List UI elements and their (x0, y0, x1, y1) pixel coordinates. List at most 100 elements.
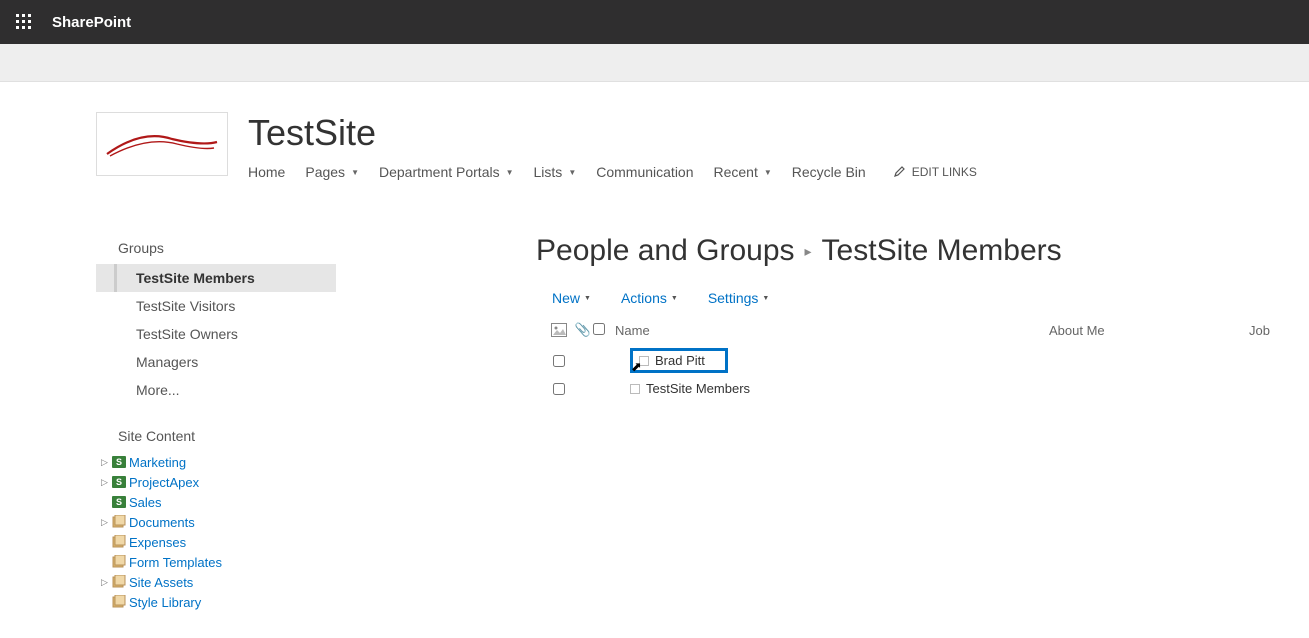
site-icon: S (112, 456, 126, 468)
library-icon (111, 514, 127, 530)
group-testsite-members[interactable]: TestSite Members (96, 264, 336, 292)
row-select-cell (544, 383, 580, 395)
tree-item-documents[interactable]: ▷ Documents (96, 512, 336, 532)
photo-column-header-icon[interactable] (544, 323, 573, 337)
content-area: Groups TestSite Members TestSite Visitor… (0, 204, 1309, 636)
row-checkbox[interactable] (553, 383, 565, 395)
members-table: 📎 Name About Me Job Brad Pitt (536, 316, 1309, 400)
table-row[interactable]: Brad Pitt (536, 344, 1309, 377)
site-icon: S (112, 496, 126, 508)
table-row[interactable]: TestSite Members (536, 377, 1309, 400)
tree-link-projectapex[interactable]: ProjectApex (129, 475, 199, 490)
library-icon (111, 534, 127, 550)
actions-button[interactable]: Actions ▼ (621, 290, 678, 306)
tree-link-sales[interactable]: Sales (129, 495, 162, 510)
list-toolbar: New▼ Actions▼ Settings▼ (536, 286, 1309, 316)
site-logo[interactable] (96, 112, 228, 176)
row-checkbox[interactable] (553, 355, 565, 367)
nav-communication[interactable]: Communication (586, 160, 703, 184)
tree-item-sales[interactable]: SSales (96, 492, 336, 512)
tree-item-marketing[interactable]: ▷SMarketing (96, 452, 336, 472)
edit-links-button[interactable]: EDIT LINKS (894, 165, 977, 180)
nav-recent[interactable]: Recent▼ (704, 160, 782, 184)
tree-link-documents[interactable]: Documents (129, 515, 195, 530)
pencil-icon (894, 165, 906, 180)
member-name-link[interactable]: Brad Pitt (655, 353, 705, 368)
suite-brand[interactable]: SharePoint (52, 14, 131, 31)
table-header: 📎 Name About Me Job (536, 316, 1309, 344)
tree-expand-icon[interactable]: ▷ (101, 477, 111, 488)
paperclip-icon: 📎 (575, 322, 591, 338)
groups-list: TestSite Members TestSite Visitors TestS… (96, 264, 336, 404)
breadcrumb-current: TestSite Members (822, 234, 1062, 268)
groups-heading: Groups (118, 240, 336, 256)
nav-home[interactable]: Home (248, 160, 295, 184)
site-title[interactable]: TestSite (248, 112, 977, 154)
nav-lists-label: Lists (534, 164, 563, 180)
chevron-down-icon: ▼ (351, 168, 359, 177)
settings-label: Settings (708, 290, 759, 306)
tree-link-form-templates[interactable]: Form Templates (129, 555, 222, 570)
nav-department-portals[interactable]: Department Portals ▼ (369, 160, 524, 184)
chevron-down-icon: ▼ (762, 295, 769, 302)
job-column-header[interactable]: Job (1249, 323, 1309, 338)
left-navigation: Groups TestSite Members TestSite Visitor… (96, 234, 336, 636)
new-button[interactable]: New ▼ (552, 290, 591, 306)
row-name-cell: Brad Pitt (624, 348, 1064, 373)
tree-item-projectapex[interactable]: ▷SProjectApex (96, 472, 336, 492)
app-launcher-icon[interactable] (10, 8, 38, 36)
tree-link-style-library[interactable]: Style Library (129, 595, 201, 610)
nav-dept-label: Department Portals (379, 164, 500, 180)
chevron-down-icon: ▼ (671, 295, 678, 302)
tree-item-expenses[interactable]: Expenses (96, 532, 336, 552)
tree-link-expenses[interactable]: Expenses (129, 535, 186, 550)
site-content-heading: Site Content (118, 428, 336, 444)
suite-bar: SharePoint (0, 0, 1309, 44)
tree-item-style-library[interactable]: Style Library (96, 592, 336, 612)
site-header: TestSite Home Pages ▼ Department Portals ▼… (0, 82, 1309, 204)
row-name-cell: TestSite Members (624, 381, 1064, 396)
library-icon (111, 554, 127, 570)
nav-recycle-bin[interactable]: Recycle Bin (782, 160, 876, 184)
group-more[interactable]: More... (96, 376, 336, 404)
actions-label: Actions (621, 290, 667, 306)
tree-item-site-assets[interactable]: ▷ Site Assets (96, 572, 336, 592)
breadcrumb: People and Groups ▸ TestSite Members (536, 234, 1309, 268)
tree-expand-icon[interactable]: ▷ (101, 457, 111, 468)
presence-icon (630, 384, 640, 394)
nav-lists[interactable]: Lists ▼ (524, 160, 587, 184)
chevron-down-icon: ▼ (568, 168, 576, 177)
row-select-cell (544, 355, 580, 367)
breadcrumb-root[interactable]: People and Groups (536, 234, 795, 268)
library-icon (111, 574, 127, 590)
name-column-header[interactable]: Name (609, 323, 1049, 338)
attachment-column-header-icon[interactable]: 📎 (573, 322, 593, 338)
select-all-checkbox[interactable] (593, 323, 605, 335)
selected-member-highlight[interactable]: Brad Pitt (630, 348, 728, 373)
tree-item-form-templates[interactable]: Form Templates (96, 552, 336, 572)
tree-expand-icon[interactable]: ▷ (101, 517, 111, 528)
site-icon: S (112, 476, 126, 488)
edit-links-label: EDIT LINKS (912, 165, 977, 179)
presence-icon (639, 356, 649, 366)
tree-link-site-assets[interactable]: Site Assets (129, 575, 193, 590)
select-all-checkbox-cell (593, 323, 609, 338)
group-testsite-visitors[interactable]: TestSite Visitors (96, 292, 336, 320)
top-navigation: Home Pages ▼ Department Portals ▼ Lists ▼ C… (248, 160, 977, 184)
chevron-down-icon: ▼ (506, 168, 514, 177)
tree-link-marketing[interactable]: Marketing (129, 455, 186, 470)
tree-expand-icon[interactable]: ▷ (101, 577, 111, 588)
ribbon-placeholder (0, 44, 1309, 82)
group-testsite-owners[interactable]: TestSite Owners (96, 320, 336, 348)
settings-button[interactable]: Settings▼ (708, 290, 770, 306)
chevron-right-icon: ▸ (805, 243, 812, 260)
group-managers[interactable]: Managers (96, 348, 336, 376)
new-label: New (552, 290, 580, 306)
about-column-header[interactable]: About Me (1049, 323, 1249, 338)
nav-pages-label: Pages (305, 164, 345, 180)
member-name-link[interactable]: TestSite Members (646, 381, 750, 396)
library-icon (111, 594, 127, 610)
nav-pages[interactable]: Pages ▼ (295, 160, 369, 184)
main-content: People and Groups ▸ TestSite Members New… (336, 234, 1309, 636)
chevron-down-icon: ▼ (584, 295, 591, 302)
